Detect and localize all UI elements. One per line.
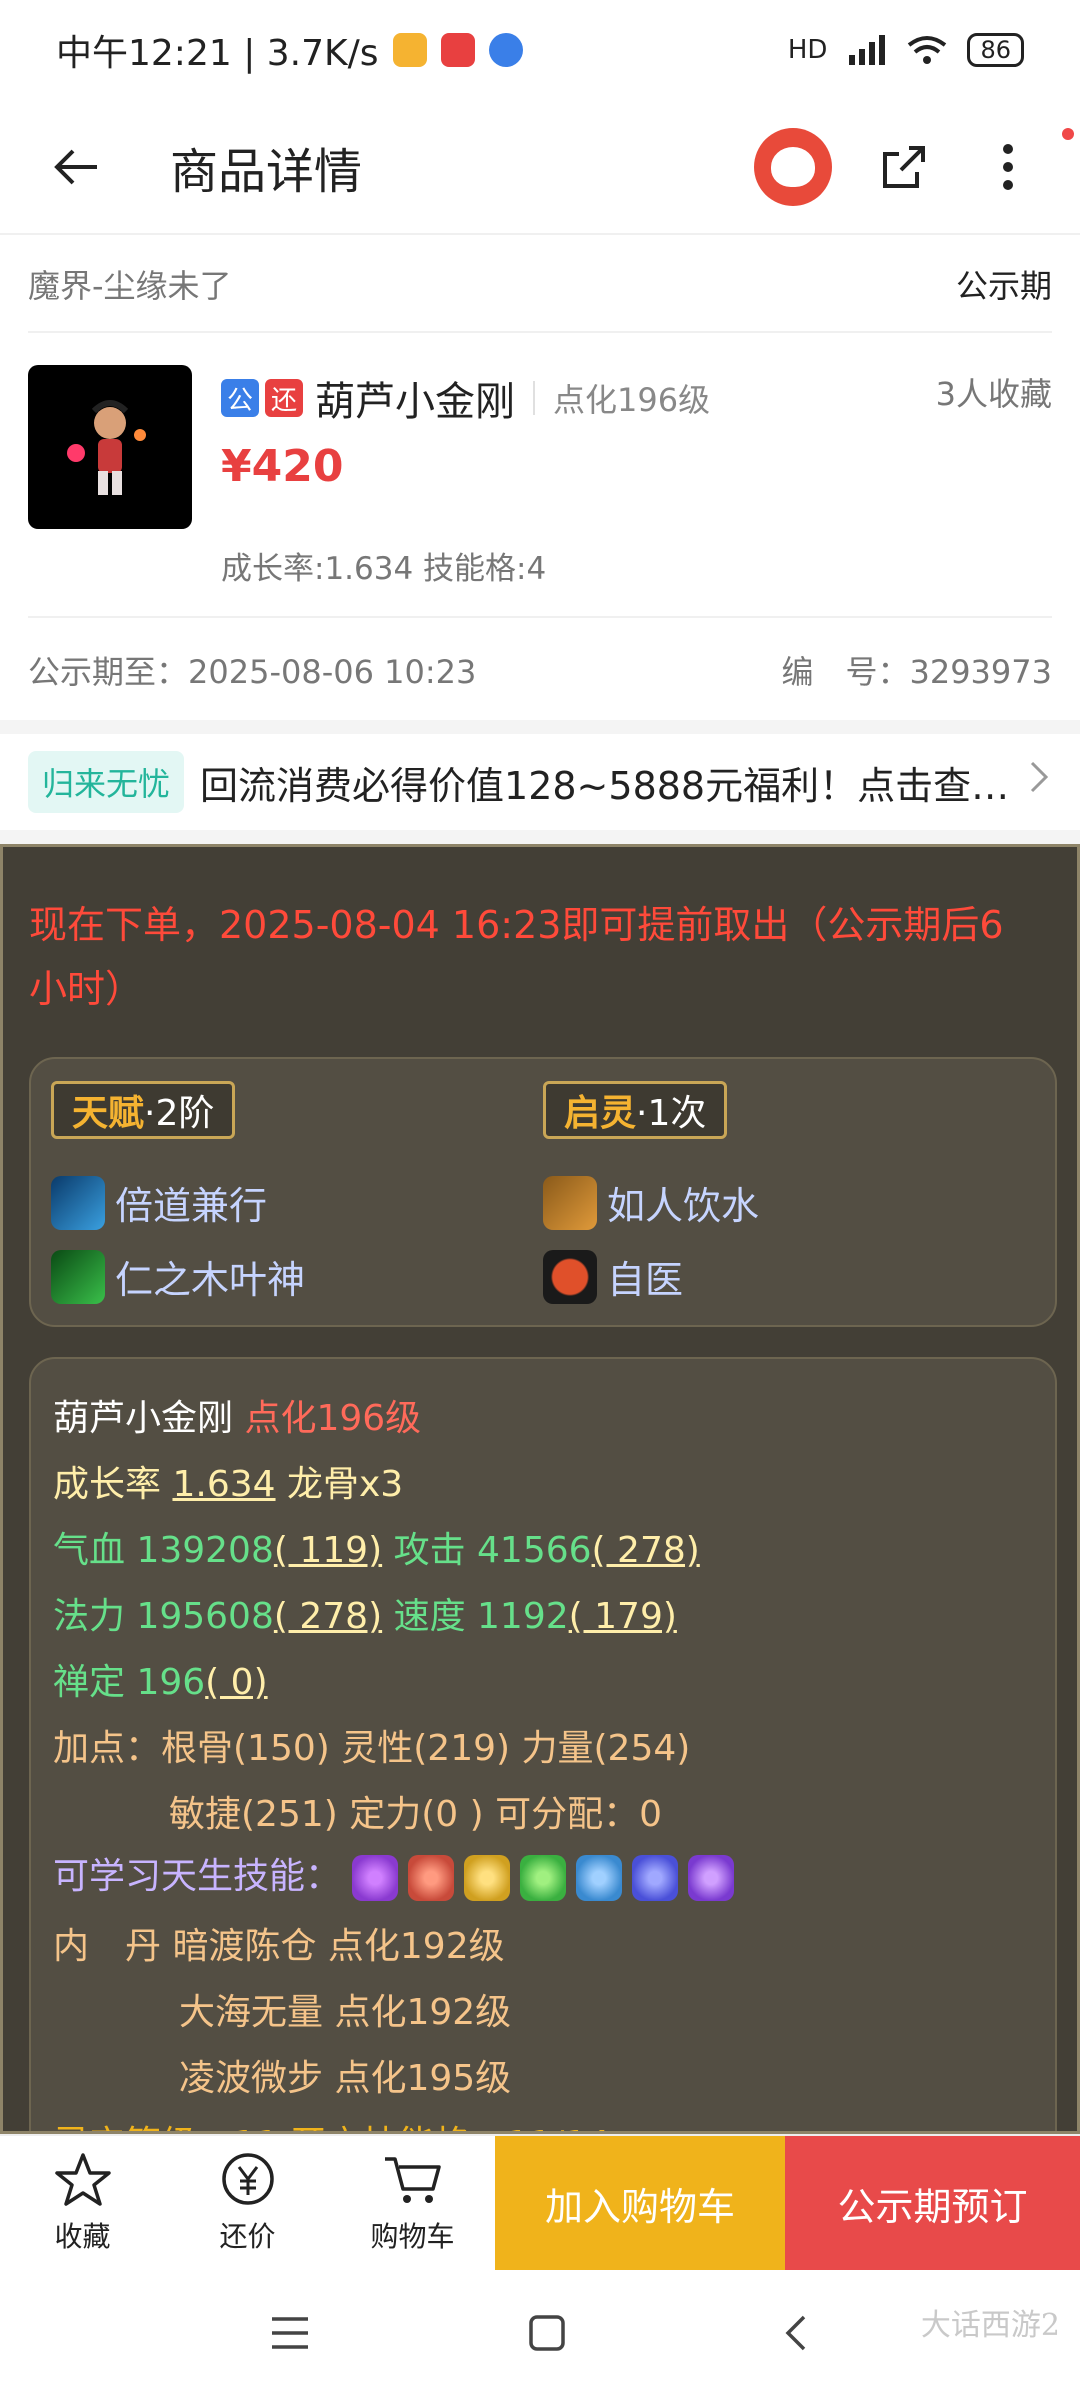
skill-orb-4-icon[interactable] [520, 1855, 567, 1901]
date-row: 公示期至：2025-08-06 10:23 编 号：3293973 [28, 620, 1052, 720]
skill-orb-2-icon[interactable] [408, 1855, 455, 1901]
battery-indicator: 86 [967, 33, 1024, 67]
preorder-button[interactable]: 公示期预订 [785, 2136, 1080, 2270]
back-nav-icon[interactable] [782, 2313, 812, 2357]
talent-tag: 天赋 ·2阶 [51, 1081, 236, 1139]
home-icon[interactable] [527, 2313, 567, 2357]
wind-skill-icon [51, 1175, 105, 1230]
period-end-date: 公示期至：2025-08-06 10:23 [28, 653, 477, 691]
cart-icon [384, 2157, 441, 2203]
server-name: 魔界-尘缘未了 [28, 267, 232, 305]
awaken-tag: 启灵 ·1次 [543, 1081, 728, 1139]
attr-zen-line: 禅定 196( 0) [53, 1662, 268, 1703]
pet-detail-panel: 现在下单，2025-08-04 16:23即可提前取出（公示期后6小时） 天赋 ·… [0, 844, 1080, 2134]
add-to-cart-button[interactable]: 加入购物车 [495, 2136, 785, 2270]
skill-orb-7-icon[interactable] [688, 1855, 735, 1901]
inner-core-line-1: 内 丹 暗渡陈仓 点化192级 [53, 1926, 505, 1967]
more-menu-icon[interactable] [976, 135, 1040, 199]
period-status: 公示期 [955, 267, 1052, 305]
item-price: ¥420 [221, 441, 344, 492]
early-pickup-notice: 现在下单，2025-08-04 16:23即可提前取出（公示期后6小时） [29, 903, 1004, 1011]
attr-hp-atk-line: 气血 139208( 119) 攻击 41566( 278) [53, 1530, 700, 1571]
item-stats: 成长率:1.634 技能格:4 [221, 551, 547, 587]
server-row: 魔界-尘缘未了 公示期 [28, 237, 1052, 333]
browser-app-icon [488, 33, 523, 67]
learnable-skills-line: 可学习天生技能： [53, 1847, 744, 1901]
header: 商品详情 [0, 100, 1080, 235]
inner-core-line-3: 凌波微步 点化195级 [179, 2058, 512, 2099]
yen-bubble-icon [221, 2153, 274, 2205]
news-app-icon [440, 33, 475, 67]
attribute-box: 葫芦小金刚 点化196级 成长率 1.634 龙骨x3 气血 139208( 1… [29, 1357, 1057, 2131]
system-nav-bar [0, 2270, 1080, 2400]
avatar[interactable] [754, 127, 832, 206]
status-bar: 中午12:21 | 3.7K/s HD 86 [0, 0, 1080, 100]
share-icon[interactable] [872, 135, 936, 199]
skill-orb-5-icon[interactable] [576, 1855, 623, 1901]
skill-orb-1-icon[interactable] [352, 1855, 399, 1901]
attr-mp-spd-line: 法力 195608( 278) 速度 1192( 179) [53, 1596, 677, 1637]
attr-points-line-1: 加点：根骨(150) 灵性(219) 力量(254) [53, 1728, 691, 1769]
signal-icon [849, 35, 886, 65]
heal-skill-icon [543, 1249, 597, 1304]
skill-orb-3-icon[interactable] [464, 1855, 511, 1901]
page-title: 商品详情 [170, 143, 363, 200]
favorite-count: 3人收藏 [935, 375, 1052, 413]
skill-orb-6-icon[interactable] [632, 1855, 679, 1901]
bottom-action-bar: 收藏 还价 购物车 加入购物车 公示期预订 [0, 2134, 1080, 2270]
app-notification-icon [392, 33, 427, 67]
attr-growth-line: 成长率 1.634 龙骨x3 [53, 1464, 404, 1505]
hd-signal-icon: HD [787, 35, 828, 65]
promo-tag: 归来无忧 [28, 751, 185, 813]
public-badge: 公 [221, 379, 259, 417]
attr-points-line-2: 敏捷(251) 定力(0 ) 可分配：0 [169, 1794, 663, 1835]
status-time: 中午12:21 | 3.7K/s [56, 33, 379, 74]
game-logo-watermark: 大话西游2 [920, 2308, 1060, 2343]
item-thumbnail[interactable] [28, 365, 192, 529]
talent-box: 天赋 ·2阶 启灵 ·1次 倍道兼行 如人饮水 仁之木叶神 自医 [29, 1057, 1057, 1327]
wifi-icon [908, 36, 947, 64]
serial-number: 编 号：3293973 [781, 653, 1052, 691]
skill-ren-zhi-mu-ye-shen[interactable]: 仁之木叶神 [51, 1249, 305, 1304]
leaf-skill-icon [51, 1249, 105, 1304]
inner-core-line-2: 大海无量 点化192级 [179, 1992, 512, 2033]
skill-ru-ren-yin-shui[interactable]: 如人饮水 [543, 1175, 759, 1230]
menu-icon[interactable] [268, 2315, 312, 2355]
lingbao-line: 灵宝等级：11 开启技能格：11/14 [53, 2115, 610, 2131]
item-card[interactable]: 公 还 葫芦小金刚 点化196级 3人收藏 ¥420 成长率:1.634 技能格… [28, 333, 1052, 618]
star-icon [54, 2153, 111, 2206]
attr-name-line: 葫芦小金刚 点化196级 [53, 1398, 422, 1439]
water-skill-icon [543, 1175, 597, 1230]
favorite-button[interactable]: 收藏 [0, 2136, 165, 2270]
chevron-right-icon[interactable] [1028, 759, 1052, 805]
item-name: 葫芦小金刚 [315, 379, 515, 425]
notification-dot [1062, 128, 1074, 140]
skill-zi-yi[interactable]: 自医 [543, 1249, 683, 1304]
cart-button[interactable]: 购物车 [330, 2136, 495, 2270]
item-level: 点化196级 [553, 381, 711, 419]
skill-bei-dao-jian-xing[interactable]: 倍道兼行 [51, 1175, 267, 1230]
promo-banner[interactable]: 归来无忧 回流消费必得价值128~5888元福利！点击查… [0, 734, 1080, 830]
return-badge: 还 [265, 379, 303, 417]
back-arrow-icon[interactable] [40, 131, 112, 203]
bargain-button[interactable]: 还价 [165, 2136, 330, 2270]
promo-text: 回流消费必得价值128~5888元福利！点击查… [200, 763, 1010, 808]
